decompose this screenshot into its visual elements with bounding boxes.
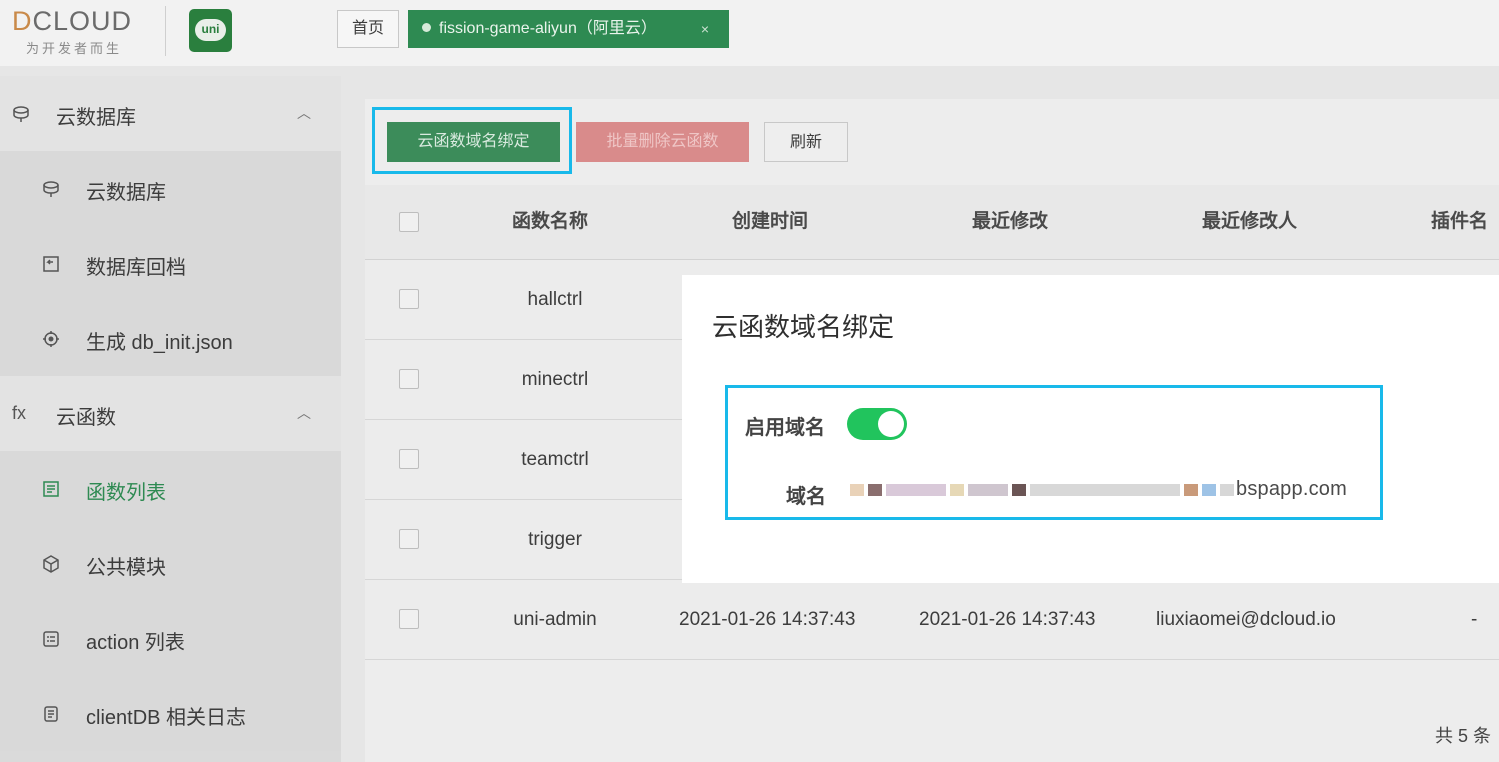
sidebar-item-common-modules[interactable]: 公共模块 [0, 526, 341, 601]
table-header: 函数名称 创建时间 最近修改 最近修改人 插件名称 [365, 185, 1499, 306]
top-header: DCLOUD 为开发者而生 uni 首页 fission-game-aliyun… [0, 0, 1499, 66]
sidebar-group-cloud-database[interactable]: 云数据库 ︿ [0, 76, 341, 151]
database-icon [43, 181, 59, 197]
action-list-icon [43, 631, 59, 647]
redaction-mark [1012, 483, 1026, 496]
dialog-title: 云函数域名绑定 [712, 312, 895, 342]
sidebar-item-database-rollback[interactable]: 数据库回档 [0, 226, 341, 301]
logo-slogan: 为开发者而生 [26, 41, 123, 56]
enable-domain-switch[interactable] [847, 408, 907, 440]
redaction-mark [1220, 483, 1234, 496]
generate-icon [43, 331, 59, 347]
sidebar-group-cloud-function[interactable]: fx 云函数 ︿ [0, 376, 341, 451]
list-icon [43, 481, 59, 497]
pagination-total: 共 5 条 [1435, 726, 1492, 746]
redaction-mark [950, 483, 964, 496]
sidebar-item-generate-db-init[interactable]: 生成 db_init.json [0, 301, 341, 376]
tab-close-icon[interactable]: × [701, 10, 709, 48]
redaction-mark [850, 483, 864, 496]
redaction-mark [1184, 483, 1198, 496]
dcloud-logo[interactable]: DCLOUD 为开发者而生 [12, 6, 147, 56]
domain-label: 域名 [786, 486, 826, 508]
redaction-mark [1030, 483, 1180, 496]
uni-logo[interactable]: uni [189, 9, 232, 52]
batch-delete-button[interactable]: 批量删除云函数 [576, 122, 749, 162]
sidebar-item-function-list[interactable]: 函数列表 [0, 451, 341, 526]
table-row[interactable]: uni-admin 2021-01-26 14:37:43 2021-01-26… [365, 580, 1499, 660]
enable-domain-label: 启用域名 [745, 417, 825, 439]
redaction-mark [868, 483, 882, 496]
cube-icon [43, 555, 59, 573]
tab-home[interactable]: 首页 [337, 10, 399, 48]
redaction-mark [1202, 483, 1216, 496]
domain-value[interactable]: bspapp.com [848, 478, 1347, 501]
tab-status-dot [422, 23, 431, 33]
redaction-mark [886, 483, 946, 496]
header-divider [165, 6, 166, 56]
sidebar-item-cloud-database[interactable]: 云数据库 [0, 151, 341, 226]
sidebar-item-action-list[interactable]: action 列表 [0, 601, 341, 676]
cloud-icon: uni [195, 19, 226, 41]
select-all-checkbox[interactable] [399, 212, 419, 232]
chevron-up-icon: ︿ [297, 405, 311, 421]
redaction-mark [968, 483, 1008, 496]
rollback-icon [43, 256, 59, 272]
fx-icon: fx [12, 403, 27, 423]
highlight-bind-button [372, 107, 572, 174]
sidebar-item-clientdb-logs[interactable]: clientDB 相关日志 [0, 676, 341, 751]
switch-knob [878, 411, 904, 437]
refresh-button[interactable]: 刷新 [764, 122, 848, 162]
sidebar: 云数据库 ︿ 云数据库 数据库回档 生成 db_init.json fx 云函数… [0, 76, 341, 762]
chevron-up-icon: ︿ [297, 105, 311, 121]
tab-fission-game-aliyun[interactable]: fission-game-aliyun（阿里云） × [408, 10, 729, 48]
log-icon [44, 706, 58, 722]
database-icon [13, 106, 29, 122]
